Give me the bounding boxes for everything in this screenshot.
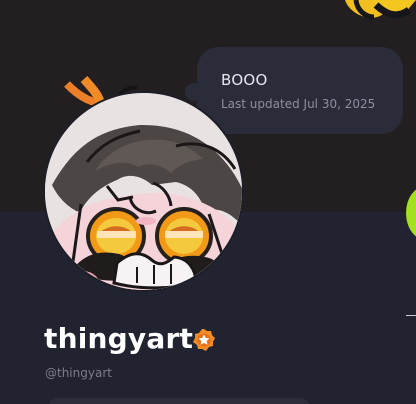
avatar[interactable] xyxy=(45,93,242,290)
profile-username: thingyart xyxy=(44,322,194,355)
profile-handle: @thingyart xyxy=(45,366,112,380)
status-bubble[interactable]: BOOO Last updated Jul 30, 2025 xyxy=(185,47,403,134)
profile-page: BOOO Last updated Jul 30, 2025 thingyart… xyxy=(0,0,416,404)
avatar-artwork xyxy=(45,93,242,290)
profile-action-bar[interactable] xyxy=(48,398,310,404)
status-updated-time: Last updated Jul 30, 2025 xyxy=(221,97,376,111)
side-divider-line xyxy=(406,315,416,316)
status-text: BOOO xyxy=(221,71,268,89)
verified-badge-icon xyxy=(192,328,216,352)
